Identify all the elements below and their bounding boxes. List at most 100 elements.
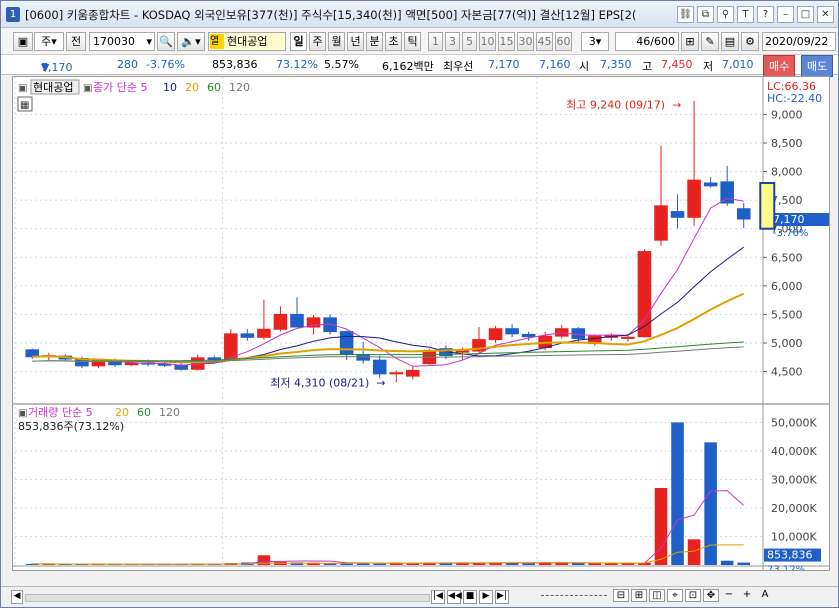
low-arrow-icon: →	[376, 376, 385, 389]
zoom-out-icon[interactable]: ⊟	[613, 589, 629, 602]
period-button-0[interactable]: 일	[290, 32, 307, 51]
candle	[290, 313, 304, 328]
count-input[interactable]: 46/600	[615, 32, 679, 51]
minute-option-45[interactable]: 45	[536, 32, 553, 51]
candle	[406, 369, 420, 377]
price-tick-label: 5,500	[771, 308, 803, 321]
ma20-line	[32, 292, 745, 364]
chart-window: 1 [0600] 키움종합차트 - KOSDAQ 외국인보유[377(천)] 주…	[0, 0, 839, 608]
legend-square-icon: ▣	[83, 83, 92, 94]
ma5-line	[32, 197, 744, 367]
candle	[372, 359, 387, 375]
price-tick-label: 6,000	[771, 280, 803, 293]
crosshair-icon[interactable]: ⌖	[667, 589, 683, 602]
stock-code-input[interactable]: 170030 ▾	[89, 32, 155, 51]
minute-option-3[interactable]: 3	[445, 32, 460, 51]
volume-bar	[671, 422, 684, 565]
high-annotation: 최고 9,240 (09/17)	[566, 99, 665, 112]
minus-icon[interactable]: −	[721, 589, 737, 602]
period-button-3[interactable]: 년	[347, 32, 364, 51]
minute-option-5[interactable]: 5	[462, 32, 477, 51]
minimize-icon[interactable]: –	[777, 6, 794, 23]
font-icon[interactable]: A	[757, 589, 773, 602]
period-button-1[interactable]: 주	[309, 32, 326, 51]
unit-select[interactable]: 3▾	[581, 32, 609, 51]
restore-icon[interactable]: ⧉	[697, 6, 714, 23]
candle	[521, 333, 536, 338]
price-legend-ma: 60	[207, 81, 221, 94]
stock-label: 현대공업	[33, 81, 73, 94]
chart-area[interactable]: 9,000 8,500 8,000 7,500 7,000 6,500 6,000 5,500…	[12, 76, 830, 583]
volume-bar	[654, 488, 668, 565]
period-type-select[interactable]: 주▾	[34, 32, 64, 51]
price-tick-label: 4,500	[771, 366, 803, 379]
text-icon[interactable]: T	[737, 6, 754, 23]
volume-tick-label: 10,000K	[771, 530, 817, 543]
maximize-icon[interactable]: □	[797, 6, 814, 23]
calc-icon-glyph: ▦	[20, 100, 29, 111]
date-input[interactable]: 2020/09/22	[762, 32, 836, 51]
expand-icon[interactable]: ▣	[13, 32, 33, 51]
first-icon[interactable]: |◀	[431, 590, 445, 604]
legend-square-icon: ▣	[18, 408, 27, 419]
period-button-4[interactable]: 분	[366, 32, 383, 51]
save-icon[interactable]: ▤	[721, 32, 739, 51]
buy-button[interactable]: 매수	[763, 55, 796, 77]
close-icon[interactable]: ✕	[817, 6, 834, 23]
link-icon[interactable]: ⛓	[677, 6, 694, 23]
period-button-2[interactable]: 월	[328, 32, 345, 51]
minute-option-15[interactable]: 15	[498, 32, 515, 51]
view-button[interactable]: 전	[66, 32, 86, 51]
stock-name-field[interactable]: 열 현대공업	[208, 32, 286, 51]
sell-button[interactable]: 매도	[801, 55, 834, 77]
high-value: 7,450	[661, 58, 693, 71]
fit-icon[interactable]: ◫	[649, 589, 665, 602]
minute-option-1[interactable]: 1	[428, 32, 443, 51]
candle	[389, 372, 404, 375]
last-icon[interactable]: ▶|	[495, 590, 509, 604]
prev-icon[interactable]: ◀◀	[447, 590, 462, 604]
next-icon[interactable]: ▶	[479, 590, 493, 604]
chart-grid-icon[interactable]: ⊞	[681, 32, 699, 51]
volume-bar	[720, 560, 734, 565]
scrollbar-track[interactable]	[25, 594, 430, 602]
candle	[224, 333, 238, 360]
bid2: 7,160	[539, 58, 571, 71]
zoom-in-icon[interactable]: ⊞	[631, 589, 647, 602]
grid-icon[interactable]: ⊡	[685, 589, 701, 602]
scroll-left-icon[interactable]: ◀	[11, 590, 23, 604]
chart-svg[interactable]: 9,0008,5008,0007,5007,0006,5006,0005,500…	[13, 77, 829, 583]
candle	[455, 350, 470, 353]
sound-icon[interactable]: 🔈▾	[177, 32, 205, 51]
settings-icon[interactable]: ⚙	[741, 32, 759, 51]
price-tick-label: 6,500	[771, 251, 803, 264]
minute-option-60[interactable]: 60	[555, 32, 572, 51]
price-legend-label: 종가 단순 5	[93, 81, 147, 94]
window-number: 1	[6, 7, 20, 22]
volume-tick-label: 50,000K	[771, 416, 817, 429]
candle	[240, 333, 255, 338]
search-icon[interactable]: 🔍	[157, 32, 175, 51]
help-icon[interactable]: ?	[757, 6, 774, 23]
current-price-label: 7,170	[773, 213, 805, 226]
period-button-6[interactable]: 틱	[404, 32, 421, 51]
price-tick-label: 5,000	[771, 337, 803, 350]
volume-current-text: 853,836주(73.12%)	[18, 420, 124, 433]
period-button-5[interactable]: 초	[385, 32, 402, 51]
tools-icon[interactable]: ✎	[701, 32, 719, 51]
zoom-slider[interactable]	[541, 595, 607, 600]
stop-icon[interactable]: ■	[463, 590, 477, 604]
candle	[488, 328, 503, 341]
plus-icon[interactable]: +	[739, 589, 755, 602]
trade-amount: 6,162백만	[382, 60, 434, 73]
volume-bar	[522, 563, 535, 565]
minute-option-10[interactable]: 10	[479, 32, 496, 51]
minute-option-30[interactable]: 30	[517, 32, 534, 51]
price-tick-label: 8,500	[771, 137, 803, 150]
candle	[720, 181, 734, 204]
pan-icon[interactable]: ✥	[703, 589, 719, 602]
pin-icon[interactable]: ⚲	[717, 6, 734, 23]
down-arrow-icon: ▼	[41, 61, 50, 74]
status-bar: ◀ |◀ ◀◀ ■ ▶ ▶| ⊟ ⊞ ◫ ⌖ ⊡ ✥ − + A	[1, 586, 838, 607]
candle	[736, 208, 751, 220]
